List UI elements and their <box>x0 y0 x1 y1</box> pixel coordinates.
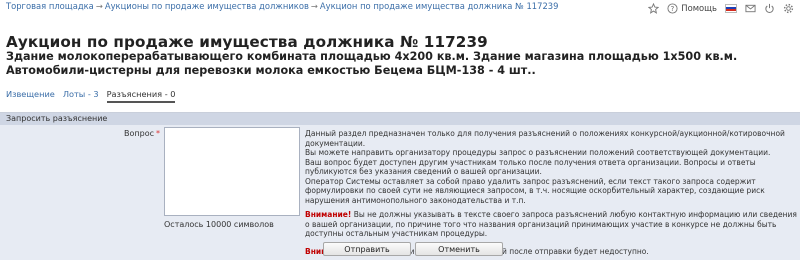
star-icon[interactable] <box>648 2 660 14</box>
flag-ru-icon[interactable] <box>725 3 737 13</box>
power-icon[interactable] <box>764 3 775 14</box>
top-bar: Торговая площадка → Аукционы по продаже им… <box>0 0 800 16</box>
tab-notice[interactable]: Извещение <box>6 89 55 103</box>
flag-stripe-red <box>726 9 736 12</box>
svg-text:?: ? <box>671 4 675 12</box>
toolbar-icons: ? Помощь <box>648 1 794 15</box>
warning-1-text: Вы не должны указывать в тексте своего з… <box>305 210 797 238</box>
help-link[interactable]: ? Помощь <box>667 2 717 14</box>
question-icon: ? <box>667 2 678 14</box>
characters-remaining: Осталось 10000 символов <box>164 220 274 229</box>
question-label-text: Вопрос <box>124 129 154 138</box>
breadcrumb-item-current[interactable]: Аукцион по продаже имущества должника № … <box>320 1 559 11</box>
info-line-3: Ваш вопрос будет доступен другим участни… <box>305 157 756 177</box>
question-textarea[interactable] <box>164 127 300 216</box>
breadcrumb-item-auctions[interactable]: Аукционы по продаже имущества должников <box>105 1 309 11</box>
breadcrumb: Торговая площадка → Аукционы по продаже им… <box>6 1 558 11</box>
info-text: Данный раздел предназначен только для по… <box>305 129 797 256</box>
question-label: Вопрос * <box>124 129 160 138</box>
clarification-request-panel: Запросить разъяснение Вопрос * Осталось 1… <box>0 112 800 260</box>
submit-button[interactable]: Отправить <box>323 242 411 256</box>
warning-label: Внимание! <box>305 210 352 219</box>
warning-1: Внимание! Вы не должны указывать в текст… <box>305 210 797 239</box>
required-mark: * <box>156 129 160 138</box>
tab-clarifications[interactable]: Разъяснения - 0 <box>106 89 176 103</box>
info-line-2: Вы можете направить организатору процеду… <box>305 148 771 157</box>
tabs: Извещение Лоты - 3 Разъяснения - 0 <box>6 89 176 103</box>
gear-icon[interactable] <box>783 3 794 14</box>
breadcrumb-separator: → <box>310 1 318 11</box>
breadcrumb-separator: → <box>95 1 103 11</box>
info-line-1: Данный раздел предназначен только для по… <box>305 129 785 148</box>
help-label: Помощь <box>681 3 717 13</box>
section-title: Запросить разъяснение <box>0 113 800 125</box>
cancel-button[interactable]: Отменить <box>415 242 503 256</box>
page-subtitle: Здание молокоперерабатывающего комбината… <box>6 50 738 77</box>
tab-lots[interactable]: Лоты - 3 <box>63 89 99 103</box>
breadcrumb-item-marketplace[interactable]: Торговая площадка <box>6 1 94 11</box>
page-title: Аукцион по продаже имущества должника № … <box>6 33 488 51</box>
mail-icon[interactable] <box>745 3 756 14</box>
info-line-4: Оператор Системы оставляет за собой прав… <box>305 176 765 205</box>
